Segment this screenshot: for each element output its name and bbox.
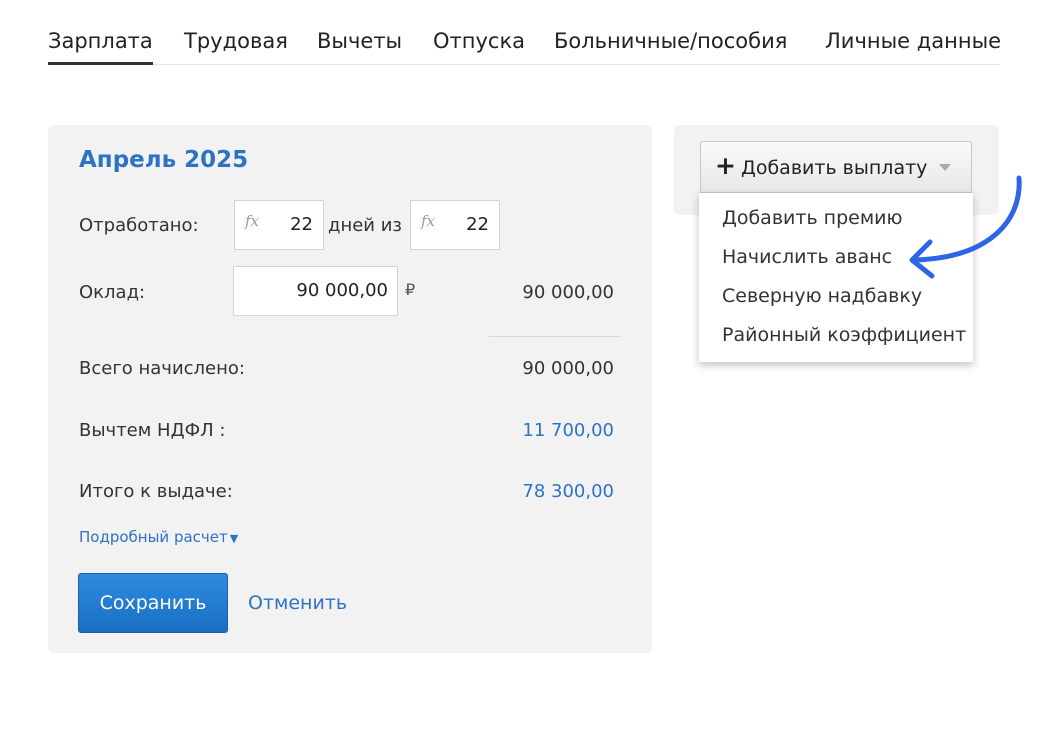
chevron-down-icon: ▼	[229, 532, 239, 545]
worked-label: Отработано:	[79, 215, 199, 236]
total-days-input[interactable]: fx 22	[410, 200, 500, 250]
salary-input-value: 90 000,00	[296, 280, 388, 301]
tab-sick-leave[interactable]: Больничные/пособия	[554, 26, 787, 56]
tab-vacations[interactable]: Отпуска	[433, 26, 525, 56]
menu-item-advance[interactable]: Начислить аванс	[722, 246, 892, 268]
menu-item-north-allowance[interactable]: Северную надбавку	[722, 285, 922, 307]
plus-icon: +	[715, 151, 736, 180]
total-accrued-value: 90 000,00	[522, 358, 614, 379]
tab-employment[interactable]: Трудовая	[184, 26, 288, 56]
to-pay-label: Итого к выдаче:	[79, 481, 233, 502]
formula-icon: fx	[421, 212, 436, 230]
to-pay-value[interactable]: 78 300,00	[522, 481, 614, 502]
menu-item-regional-coefficient[interactable]: Районный коэффициент	[722, 324, 966, 346]
total-days-value: 22	[466, 214, 489, 235]
salary-card: Апрель 2025 Отработано: fx 22 дней из fx…	[48, 125, 652, 653]
salary-input[interactable]: 90 000,00	[233, 266, 398, 316]
detailed-calculation-label: Подробный расчет	[79, 528, 228, 546]
salary-amount: 90 000,00	[522, 282, 614, 303]
tab-deductions[interactable]: Вычеты	[317, 26, 402, 56]
days-of-label: дней из	[328, 215, 402, 236]
annotation-arrow-icon	[909, 175, 1022, 279]
detailed-calculation-link[interactable]: Подробный расчет ▼	[79, 528, 238, 546]
tax-label: Вычтем НДФЛ :	[79, 420, 226, 441]
month-title: Апрель 2025	[79, 147, 249, 173]
tab-personal-data[interactable]: Личные данные	[825, 26, 1001, 56]
tax-value[interactable]: 11 700,00	[522, 420, 614, 441]
save-button[interactable]: Сохранить	[78, 573, 228, 633]
worked-days-input[interactable]: fx 22	[234, 200, 324, 250]
divider	[489, 336, 621, 337]
formula-icon: fx	[245, 212, 260, 230]
salary-label: Оклад:	[79, 282, 146, 303]
currency-label: ₽	[405, 280, 416, 299]
cancel-button[interactable]: Отменить	[248, 592, 347, 614]
menu-item-add-bonus[interactable]: Добавить премию	[722, 207, 903, 229]
worked-days-value: 22	[290, 214, 313, 235]
tab-salary[interactable]: Зарплата	[48, 26, 153, 65]
tab-bar: Зарплата Трудовая Вычеты Отпуска Больнич…	[48, 24, 1001, 65]
total-accrued-label: Всего начислено:	[79, 358, 245, 379]
